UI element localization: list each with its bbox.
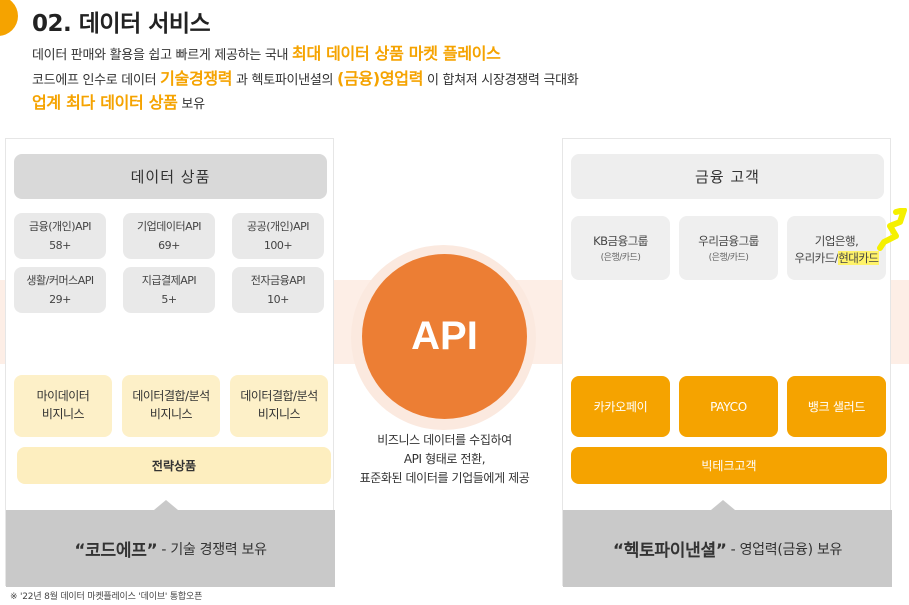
business-card: 데이터결합/분석 비지니스	[230, 375, 328, 437]
footer-tab	[711, 500, 735, 510]
category-count: 10+	[267, 293, 289, 306]
intro-text: 이 합쳐져 시장경쟁력 극대화	[423, 73, 579, 88]
intro-highlight: 기술경쟁력	[160, 69, 233, 88]
footer-caption: - 영업력(금융) 보유	[730, 541, 843, 558]
bank-name: KB금융그룹	[593, 234, 648, 248]
intro-highlight: (금융)영업력	[337, 69, 424, 88]
intro-line-2: 코드에프 인수로 데이터 기술경쟁력 과 헥토파이낸셜의 (금융)영업력 이 합…	[32, 65, 579, 89]
bank-detail-part: 우리카드/	[794, 251, 839, 265]
api-category-card: 기업데이터API 69+	[123, 213, 215, 259]
category-name: 기업데이터API	[136, 220, 202, 233]
footer-caption: - 기술 경쟁력 보유	[161, 541, 267, 558]
data-products-panel: 데이터 상품 금융(개인)API 58+ 기업데이터API 69+ 공공(개인)…	[5, 138, 335, 587]
api-category-card: 생활/커머스API 29+	[14, 267, 106, 313]
page-title: 02. 데이터 서비스	[32, 11, 211, 37]
bank-client-card: KB금융그룹 (은행/카드)	[571, 216, 670, 280]
payment-client-card: 뱅크 샐러드	[787, 376, 886, 437]
business-line: 비지니스	[149, 407, 193, 421]
footnote: ※ '22년 8월 데이터 마켓플레이스 '데이브' 통합오픈	[10, 592, 203, 602]
api-category-card: 금융(개인)API 58+	[14, 213, 106, 259]
intro-highlight: 업계 최다 데이터 상품	[32, 93, 178, 112]
intro-text: 데이터 판매와 활용을 쉽고 빠르게 제공하는 국내	[32, 48, 293, 63]
category-name: 생활/커머스API	[26, 274, 94, 287]
strategy-products-bar: 전략상품	[17, 447, 331, 484]
footer-company: “헥토파이낸셜”	[612, 541, 727, 561]
api-desc-line: 표준화된 데이터를 기업들에게 제공	[359, 471, 530, 485]
api-circle: API	[362, 254, 527, 419]
intro-line-1: 데이터 판매와 활용을 쉽고 빠르게 제공하는 국내 최대 데이터 상품 마켓 …	[32, 40, 501, 64]
category-name: 금융(개인)API	[29, 220, 91, 233]
hecto-footer: “헥토파이낸셜” - 영업력(금융) 보유	[563, 510, 892, 587]
payment-client-card: PAYCO	[679, 376, 778, 437]
api-description: 비즈니스 데이터를 수집하여 API 형태로 전환, 표준화된 데이터를 기업들…	[332, 431, 557, 488]
business-line: 데이터결합/분석	[240, 389, 318, 403]
business-line: 비지니스	[257, 407, 301, 421]
payment-client-card: 카카오페이	[571, 376, 670, 437]
api-category-card: 지급결제API 5+	[123, 267, 215, 313]
codef-footer: “코드에프” - 기술 경쟁력 보유	[6, 510, 335, 587]
api-label: API	[411, 314, 478, 358]
bank-detail: (은행/카드)	[708, 253, 749, 263]
intro-text: 보유	[177, 97, 205, 112]
intro-line-3: 업계 최다 데이터 상품 보유	[32, 89, 205, 113]
api-desc-line: API 형태로 전환,	[403, 452, 486, 466]
api-category-card: 공공(개인)API 100+	[232, 213, 324, 259]
section-marker	[0, 0, 18, 36]
category-count: 29+	[49, 293, 71, 306]
business-line: 비지니스	[41, 407, 85, 421]
panel-header: 데이터 상품	[14, 154, 327, 199]
category-count: 69+	[158, 239, 180, 252]
footer-company: “코드에프”	[74, 541, 158, 561]
bigtech-clients-bar: 빅테크고객	[571, 447, 887, 484]
bank-client-card: 우리금융그룹 (은행/카드)	[679, 216, 778, 280]
category-count: 58+	[49, 239, 71, 252]
panel-header: 금융 고객	[571, 154, 884, 199]
business-card: 마이데이터 비지니스	[14, 375, 112, 437]
business-card: 데이터결합/분석 비지니스	[122, 375, 220, 437]
bank-detail: (은행/카드)	[600, 253, 641, 263]
business-line: 마이데이터	[36, 389, 90, 403]
intro-text: 코드에프 인수로 데이터	[32, 73, 161, 88]
bank-name: 우리금융그룹	[698, 234, 759, 248]
business-line: 데이터결합/분석	[132, 389, 210, 403]
category-count: 100+	[263, 239, 293, 252]
category-count: 5+	[161, 293, 177, 306]
category-name: 전자금융API	[250, 274, 306, 287]
footer-tab	[154, 500, 178, 510]
api-desc-line: 비즈니스 데이터를 수집하여	[377, 433, 512, 447]
intro-highlight: 최대 데이터 상품 마켓 플레이스	[292, 44, 501, 63]
highlighter-mark	[877, 208, 907, 251]
financial-clients-panel: 금융 고객 KB금융그룹 (은행/카드) 우리금융그룹 (은행/카드) 기업은행…	[562, 138, 892, 587]
intro-text: 과 헥토파이낸셜의	[232, 73, 337, 88]
api-category-card: 전자금융API 10+	[232, 267, 324, 313]
category-name: 공공(개인)API	[247, 220, 309, 233]
category-name: 지급결제API	[141, 274, 197, 287]
